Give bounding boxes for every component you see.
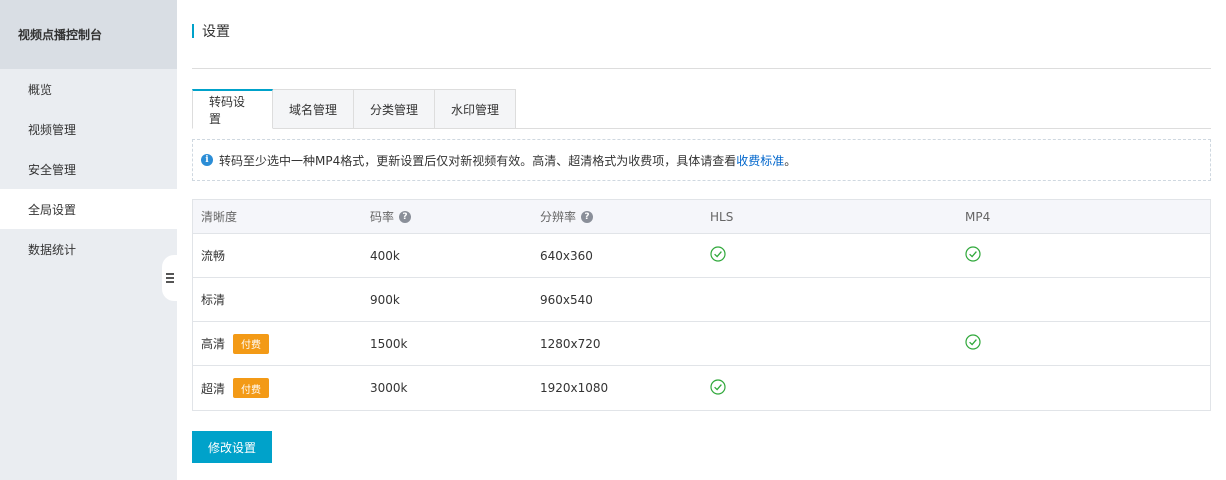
- cell-resolution: 1280x720: [540, 336, 601, 351]
- pricing-link[interactable]: 收费标准: [736, 152, 784, 169]
- cell-mp4: [965, 334, 981, 353]
- transcode-table: 清晰度 码率 ? 分辨率 ? HLS MP4 流畅 400k 640x360 标清 90…: [192, 199, 1211, 411]
- cell-hls: [710, 378, 726, 398]
- notice-suffix: 。: [784, 153, 797, 168]
- title-accent-bar: [192, 24, 194, 38]
- cell-bitrate: 1500k: [370, 336, 408, 351]
- cell-bitrate: 900k: [370, 292, 400, 307]
- tab-transcode-settings[interactable]: 转码设置: [192, 89, 273, 129]
- paid-badge: 付费: [233, 378, 270, 398]
- sidebar-collapse-handle[interactable]: [162, 255, 177, 301]
- check-icon: [710, 378, 726, 398]
- tab-watermark-management[interactable]: 水印管理: [435, 89, 516, 129]
- cell-hls: [710, 246, 726, 265]
- sidebar-item-overview[interactable]: 概览: [0, 69, 177, 109]
- header-resolution: 分辨率 ?: [540, 208, 594, 225]
- sidebar-item-global-settings[interactable]: 全局设置: [0, 189, 177, 229]
- tab-category-management[interactable]: 分类管理: [354, 89, 435, 129]
- cell-quality: 标清: [201, 291, 225, 308]
- help-icon[interactable]: ?: [581, 210, 594, 223]
- sidebar-nav: 概览 视频管理 安全管理 全局设置 数据统计: [0, 69, 177, 269]
- check-icon: [965, 334, 981, 353]
- table-header: 清晰度 码率 ? 分辨率 ? HLS MP4: [193, 200, 1210, 234]
- main-content: 设置 转码设置 域名管理 分类管理 水印管理 i 转码至少选中一种MP4格式，更…: [177, 0, 1226, 480]
- cell-bitrate: 3000k: [370, 381, 408, 395]
- cell-bitrate: 400k: [370, 248, 400, 263]
- check-icon: [710, 246, 726, 265]
- header-quality: 清晰度: [201, 210, 238, 224]
- modify-settings-button[interactable]: 修改设置: [192, 431, 272, 463]
- tab-domain-management[interactable]: 域名管理: [273, 89, 354, 129]
- sidebar-item-data-statistics[interactable]: 数据统计: [0, 229, 177, 269]
- help-icon[interactable]: ?: [399, 210, 412, 223]
- header-bitrate: 码率 ?: [370, 208, 412, 225]
- table-row: 流畅 400k 640x360: [193, 234, 1210, 278]
- sidebar: 视频点播控制台 概览 视频管理 安全管理 全局设置 数据统计: [0, 0, 177, 480]
- header-mp4: MP4: [965, 209, 991, 224]
- sidebar-item-video-management[interactable]: 视频管理: [0, 109, 177, 149]
- notice-text: 转码至少选中一种MP4格式，更新设置后仅对新视频有效。高清、超清格式为收费项，具…: [219, 153, 737, 168]
- cell-resolution: 640x360: [540, 248, 593, 263]
- table-row: 超清 付费 3000k 1920x1080: [193, 366, 1210, 410]
- table-row: 标清 900k 960x540: [193, 278, 1210, 322]
- cell-quality: 高清 付费: [201, 333, 270, 354]
- quality-label: 高清: [201, 337, 226, 351]
- notice-bar: i 转码至少选中一种MP4格式，更新设置后仅对新视频有效。高清、超清格式为收费项…: [192, 139, 1211, 181]
- tab-bar: 转码设置 域名管理 分类管理 水印管理: [192, 89, 1211, 129]
- menu-icon: [165, 273, 174, 283]
- divider: [192, 68, 1211, 69]
- header-resolution-label: 分辨率: [540, 210, 577, 224]
- table-row: 高清 付费 1500k 1280x720: [193, 322, 1210, 366]
- cell-mp4: [965, 246, 981, 265]
- check-icon: [965, 246, 981, 265]
- quality-label: 超清: [201, 381, 226, 396]
- sidebar-item-security-management[interactable]: 安全管理: [0, 149, 177, 189]
- cell-resolution: 1920x1080: [540, 381, 609, 395]
- page-title: 设置: [202, 24, 230, 40]
- paid-badge: 付费: [233, 333, 270, 354]
- cell-resolution: 960x540: [540, 292, 593, 307]
- header-bitrate-label: 码率: [370, 210, 395, 224]
- quality-label: 标清: [201, 293, 226, 307]
- info-icon: i: [201, 154, 213, 166]
- sidebar-title: 视频点播控制台: [0, 0, 177, 69]
- table-body: 流畅 400k 640x360 标清 900k 960x540 高清 付费 1500k 1280x…: [193, 234, 1210, 410]
- cell-quality: 流畅: [201, 247, 225, 264]
- quality-label: 流畅: [201, 249, 226, 263]
- cell-quality: 超清 付费: [201, 378, 270, 398]
- page-header: 设置: [192, 22, 230, 40]
- header-hls: HLS: [710, 209, 734, 224]
